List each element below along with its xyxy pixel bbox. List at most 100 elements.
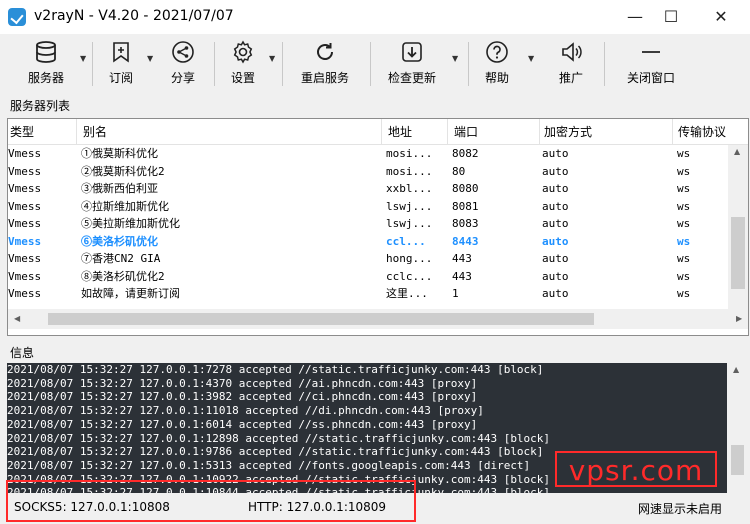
cell-network: ws — [677, 147, 691, 160]
table-vertical-scrollbar[interactable]: ▲ — [728, 145, 748, 309]
cell-address: mosi... — [386, 147, 433, 160]
toolbar-divider — [468, 42, 469, 86]
toolbar-divider — [92, 42, 93, 86]
close-button[interactable]: ✕ — [698, 0, 744, 34]
table-row[interactable]: Vmess ⑦香港CN2 GIA hong... 443 auto ws — [8, 250, 728, 268]
scrollbar-thumb[interactable] — [731, 217, 745, 289]
promotion-button[interactable]: 推广 — [550, 34, 592, 92]
restart-icon — [311, 40, 339, 64]
help-button[interactable]: 帮助 — [476, 34, 518, 92]
cell-type: Vmess — [8, 269, 42, 283]
column-header-port[interactable]: 端口 — [448, 119, 540, 145]
cell-alias: ①俄莫斯科优化 — [81, 147, 158, 160]
cell-type: Vmess — [8, 147, 42, 160]
server-table: 类型 别名 地址 端口 加密方式 传输协议 Vmess ①俄莫斯科优化 mosi..… — [7, 118, 749, 336]
update-dropdown-icon[interactable]: ▼ — [452, 54, 458, 63]
cell-network: ws — [677, 182, 691, 195]
cell-security: auto — [542, 234, 569, 248]
title-bar: v2rayN - V4.20 - 2021/07/07 — ☐ ✕ — [0, 0, 750, 34]
cell-network: ws — [677, 287, 691, 300]
database-icon — [32, 40, 60, 64]
cell-security: auto — [542, 287, 569, 300]
log-line: 2021/08/07 15:32:27 127.0.0.1:4370 accep… — [7, 376, 478, 390]
cell-address: lswj... — [386, 217, 433, 230]
table-row[interactable]: Vmess ⑤美拉斯维加斯优化 lswj... 8083 auto ws — [8, 215, 728, 233]
toolbar-divider — [604, 42, 605, 86]
table-row[interactable]: Vmess ⑧美洛杉矶优化2 cclc... 443 auto ws — [8, 268, 728, 286]
cell-security: auto — [542, 252, 569, 265]
cell-type: Vmess — [8, 287, 42, 300]
scroll-left-icon[interactable]: ◀ — [14, 314, 20, 323]
cell-alias: ②俄莫斯科优化2 — [81, 164, 165, 178]
minimize-icon — [637, 40, 665, 64]
servers-dropdown-icon[interactable]: ▼ — [80, 54, 86, 63]
column-header-address[interactable]: 地址 — [382, 119, 448, 145]
toolbar-divider — [370, 42, 371, 86]
table-row[interactable]: Vmess 如故障，请更新订阅 这里... 1 auto ws — [8, 285, 728, 303]
settings-dropdown-icon[interactable]: ▼ — [269, 54, 275, 63]
window-title: v2rayN - V4.20 - 2021/07/07 — [34, 8, 234, 24]
cell-address: hong... — [386, 252, 433, 265]
scroll-up-icon[interactable]: ▲ — [734, 147, 740, 156]
cell-security: auto — [542, 269, 569, 283]
cell-address: lswj... — [386, 199, 433, 213]
scroll-right-icon[interactable]: ▶ — [736, 314, 742, 323]
help-dropdown-icon[interactable]: ▼ — [528, 54, 534, 63]
log-line: 2021/08/07 15:32:27 127.0.0.1:11018 acce… — [7, 404, 484, 418]
log-line: 2021/08/07 15:32:27 127.0.0.1:6014 accep… — [7, 417, 478, 431]
column-header-network[interactable]: 传输协议 — [673, 119, 748, 145]
share-icon — [169, 40, 197, 64]
cell-security: auto — [542, 182, 569, 195]
check-update-button[interactable]: 检查更新 — [380, 34, 444, 92]
cell-network: ws — [677, 234, 691, 248]
cell-security: auto — [542, 199, 569, 213]
servers-button[interactable]: 服务器 — [18, 34, 74, 92]
cell-network: ws — [677, 199, 691, 213]
log-line: 2021/08/07 15:32:27 127.0.0.1:12898 acce… — [7, 431, 551, 445]
column-header-security[interactable]: 加密方式 — [540, 119, 673, 145]
table-row[interactable]: Vmess ⑥美洛杉矶优化 ccl... 8443 auto ws — [8, 233, 728, 251]
toolbar: 服务器 ▼ 订阅 ▼ 分享 设置 ▼ 重启服务 检查更新 ▼ 帮助 ▼ 推广 关… — [0, 34, 750, 92]
server-list-label: 服务器列表 — [10, 99, 71, 113]
scroll-up-icon[interactable]: ▲ — [733, 365, 739, 374]
cell-network: ws — [677, 164, 691, 178]
close-window-button[interactable]: 关闭窗口 — [618, 34, 684, 92]
toolbar-divider — [214, 42, 215, 86]
cell-type: Vmess — [8, 234, 42, 248]
subscription-dropdown-icon[interactable]: ▼ — [147, 54, 153, 63]
scrollbar-thumb[interactable] — [48, 313, 594, 325]
log-scrollbar[interactable]: ▲ — [727, 363, 748, 493]
watermark-text: vpsr.com — [555, 451, 717, 487]
table-horizontal-scrollbar[interactable]: ◀ ▶ — [8, 309, 748, 329]
scrollbar-thumb[interactable] — [731, 445, 744, 475]
table-row[interactable]: Vmess ④拉斯维加斯优化 lswj... 8081 auto ws — [8, 198, 728, 216]
cell-network: ws — [677, 252, 691, 265]
v2rayn-logo-icon — [8, 8, 26, 26]
cell-alias: ⑧美洛杉矶优化2 — [81, 269, 165, 283]
cell-network: ws — [677, 217, 691, 230]
cell-port: 8080 — [452, 182, 479, 195]
table-row[interactable]: Vmess ②俄莫斯科优化2 mosi... 80 auto ws — [8, 163, 728, 181]
cell-port: 8443 — [452, 234, 479, 248]
cell-network: ws — [677, 269, 691, 283]
cell-port: 8083 — [452, 217, 479, 230]
table-row[interactable]: Vmess ①俄莫斯科优化 mosi... 8082 auto ws — [8, 145, 728, 163]
column-header-alias[interactable]: 别名 — [77, 119, 382, 145]
maximize-button[interactable]: ☐ — [648, 0, 694, 34]
cell-alias: ⑦香港CN2 GIA — [81, 252, 161, 265]
cell-alias: ⑤美拉斯维加斯优化 — [81, 217, 180, 230]
cell-port: 8081 — [452, 199, 479, 213]
restart-service-button[interactable]: 重启服务 — [292, 34, 358, 92]
subscription-button[interactable]: 订阅 — [100, 34, 142, 92]
share-button[interactable]: 分享 — [162, 34, 204, 92]
cell-alias: ④拉斯维加斯优化 — [81, 199, 169, 213]
cell-port: 443 — [452, 269, 472, 283]
cell-address: ccl... — [386, 234, 426, 248]
cell-security: auto — [542, 164, 569, 178]
gear-icon — [229, 40, 257, 64]
column-header-type[interactable]: 类型 — [8, 119, 77, 145]
log-line: 2021/08/07 15:32:27 127.0.0.1:7278 accep… — [7, 363, 544, 376]
settings-button[interactable]: 设置 — [222, 34, 264, 92]
table-row[interactable]: Vmess ③俄新西伯利亚 xxbl... 8080 auto ws — [8, 180, 728, 198]
help-icon — [483, 40, 511, 64]
